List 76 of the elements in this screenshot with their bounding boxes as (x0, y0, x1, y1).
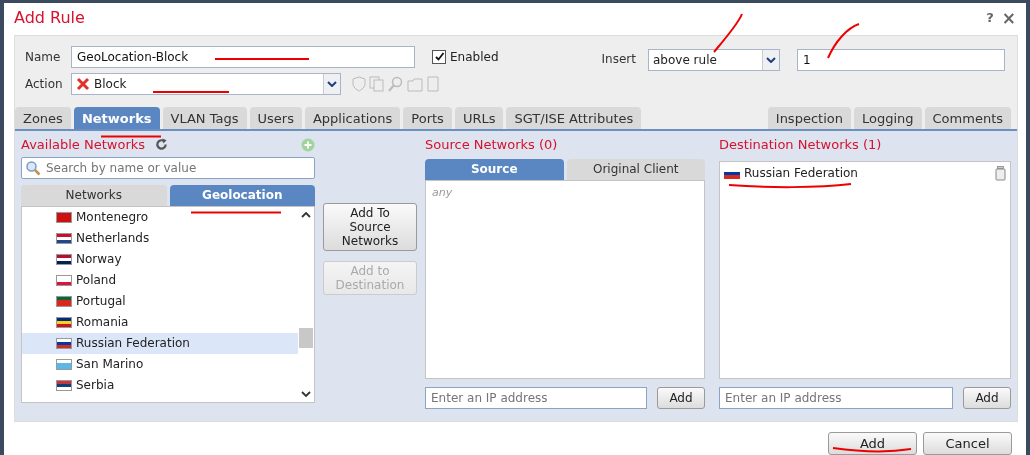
folder-icon[interactable] (407, 75, 423, 92)
action-label: Action (25, 76, 62, 91)
tab[interactable]: Zones (15, 106, 71, 129)
available-networks-heading: Available Networks (21, 137, 146, 153)
country-item[interactable]: Norway (22, 248, 298, 270)
tab[interactable]: VLAN Tags (162, 106, 247, 129)
name-field[interactable]: GeoLocation-Block (71, 45, 415, 68)
sub-tab[interactable]: Source (425, 158, 564, 180)
tab[interactable]: Networks (73, 106, 160, 129)
country-item[interactable]: San Marino (22, 353, 298, 375)
tab[interactable]: Logging (853, 106, 922, 129)
magnifier-icon[interactable] (388, 75, 404, 92)
caret-icon (766, 56, 776, 63)
sub-tab[interactable]: Networks (21, 184, 167, 206)
tab[interactable]: URLs (454, 106, 504, 129)
country-item[interactable]: Romania (22, 311, 298, 333)
copy-icon[interactable] (369, 75, 385, 92)
country-item[interactable]: Netherlands (22, 227, 298, 249)
refresh-icon[interactable] (155, 138, 169, 152)
country-item[interactable]: Russian Federation (22, 332, 298, 354)
trash-icon[interactable] (995, 165, 1006, 181)
search-field[interactable]: Search by name or value (21, 156, 315, 179)
source-networks-heading: Source Networks (0) (425, 137, 558, 153)
help-button[interactable]: ? (984, 7, 996, 28)
flag-icon (56, 232, 72, 244)
shield-icon[interactable] (352, 75, 366, 92)
flag-icon (56, 316, 72, 328)
empty-text: any (432, 185, 453, 199)
flag-icon (56, 211, 72, 223)
footer-button[interactable]: Cancel (923, 432, 1012, 455)
enabled-label: Enabled (450, 49, 499, 64)
country-item[interactable]: Montenegro (22, 206, 298, 228)
flag-icon (56, 379, 72, 391)
tab[interactable]: SGT/ISE Attributes (506, 106, 642, 129)
insert-label: Insert (601, 50, 636, 66)
footer-button[interactable]: Add (828, 432, 917, 455)
window-title: Add Rule (14, 8, 85, 28)
tab[interactable]: Users (249, 106, 302, 129)
flag-icon (56, 274, 72, 286)
scroll-up-icon[interactable] (301, 210, 311, 218)
destination-item: Russian Federation (744, 166, 858, 181)
flag-icon (56, 253, 72, 265)
add-icon[interactable] (301, 137, 315, 152)
caret-icon (327, 80, 337, 87)
close-button[interactable]: × (999, 7, 1018, 28)
document-icon[interactable] (426, 75, 440, 92)
enabled-checkbox[interactable] (432, 49, 446, 64)
search-icon (25, 159, 41, 176)
move-button[interactable]: Add To Source Networks (323, 202, 417, 251)
sub-tab[interactable]: Original Client (566, 158, 705, 180)
sub-tab[interactable]: Geolocation (169, 184, 315, 206)
rule-number-field[interactable]: 1 (797, 48, 1005, 71)
ip-address-field[interactable]: Enter an IP address (719, 387, 953, 409)
add-button[interactable]: Add (657, 387, 705, 409)
annotation-stroke (825, 22, 861, 60)
name-label: Name (25, 49, 62, 64)
add-button[interactable]: Add (963, 387, 1011, 409)
x-icon (76, 76, 90, 91)
tab[interactable]: Inspection (767, 106, 851, 129)
tab[interactable]: Ports (403, 106, 452, 129)
country-item[interactable]: Poland (22, 269, 298, 291)
tab[interactable]: Applications (304, 106, 401, 129)
destination-networks-heading: Destination Networks (1) (719, 137, 882, 153)
annotation-stroke (712, 12, 744, 54)
ip-address-field[interactable]: Enter an IP address (425, 387, 647, 409)
annotation-underline (100, 134, 162, 139)
insert-dropdown[interactable]: above rule (648, 48, 780, 71)
country-item[interactable]: Portugal (22, 290, 298, 312)
tab[interactable]: Comments (924, 106, 1011, 129)
country-item[interactable]: Serbia (22, 374, 298, 396)
action-dropdown[interactable]: Block (71, 72, 341, 95)
flag-icon (56, 358, 72, 370)
flag-icon (56, 337, 72, 349)
flag-icon (56, 295, 72, 307)
scrollbar-thumb[interactable] (299, 327, 313, 348)
scroll-down-icon[interactable] (301, 390, 311, 398)
